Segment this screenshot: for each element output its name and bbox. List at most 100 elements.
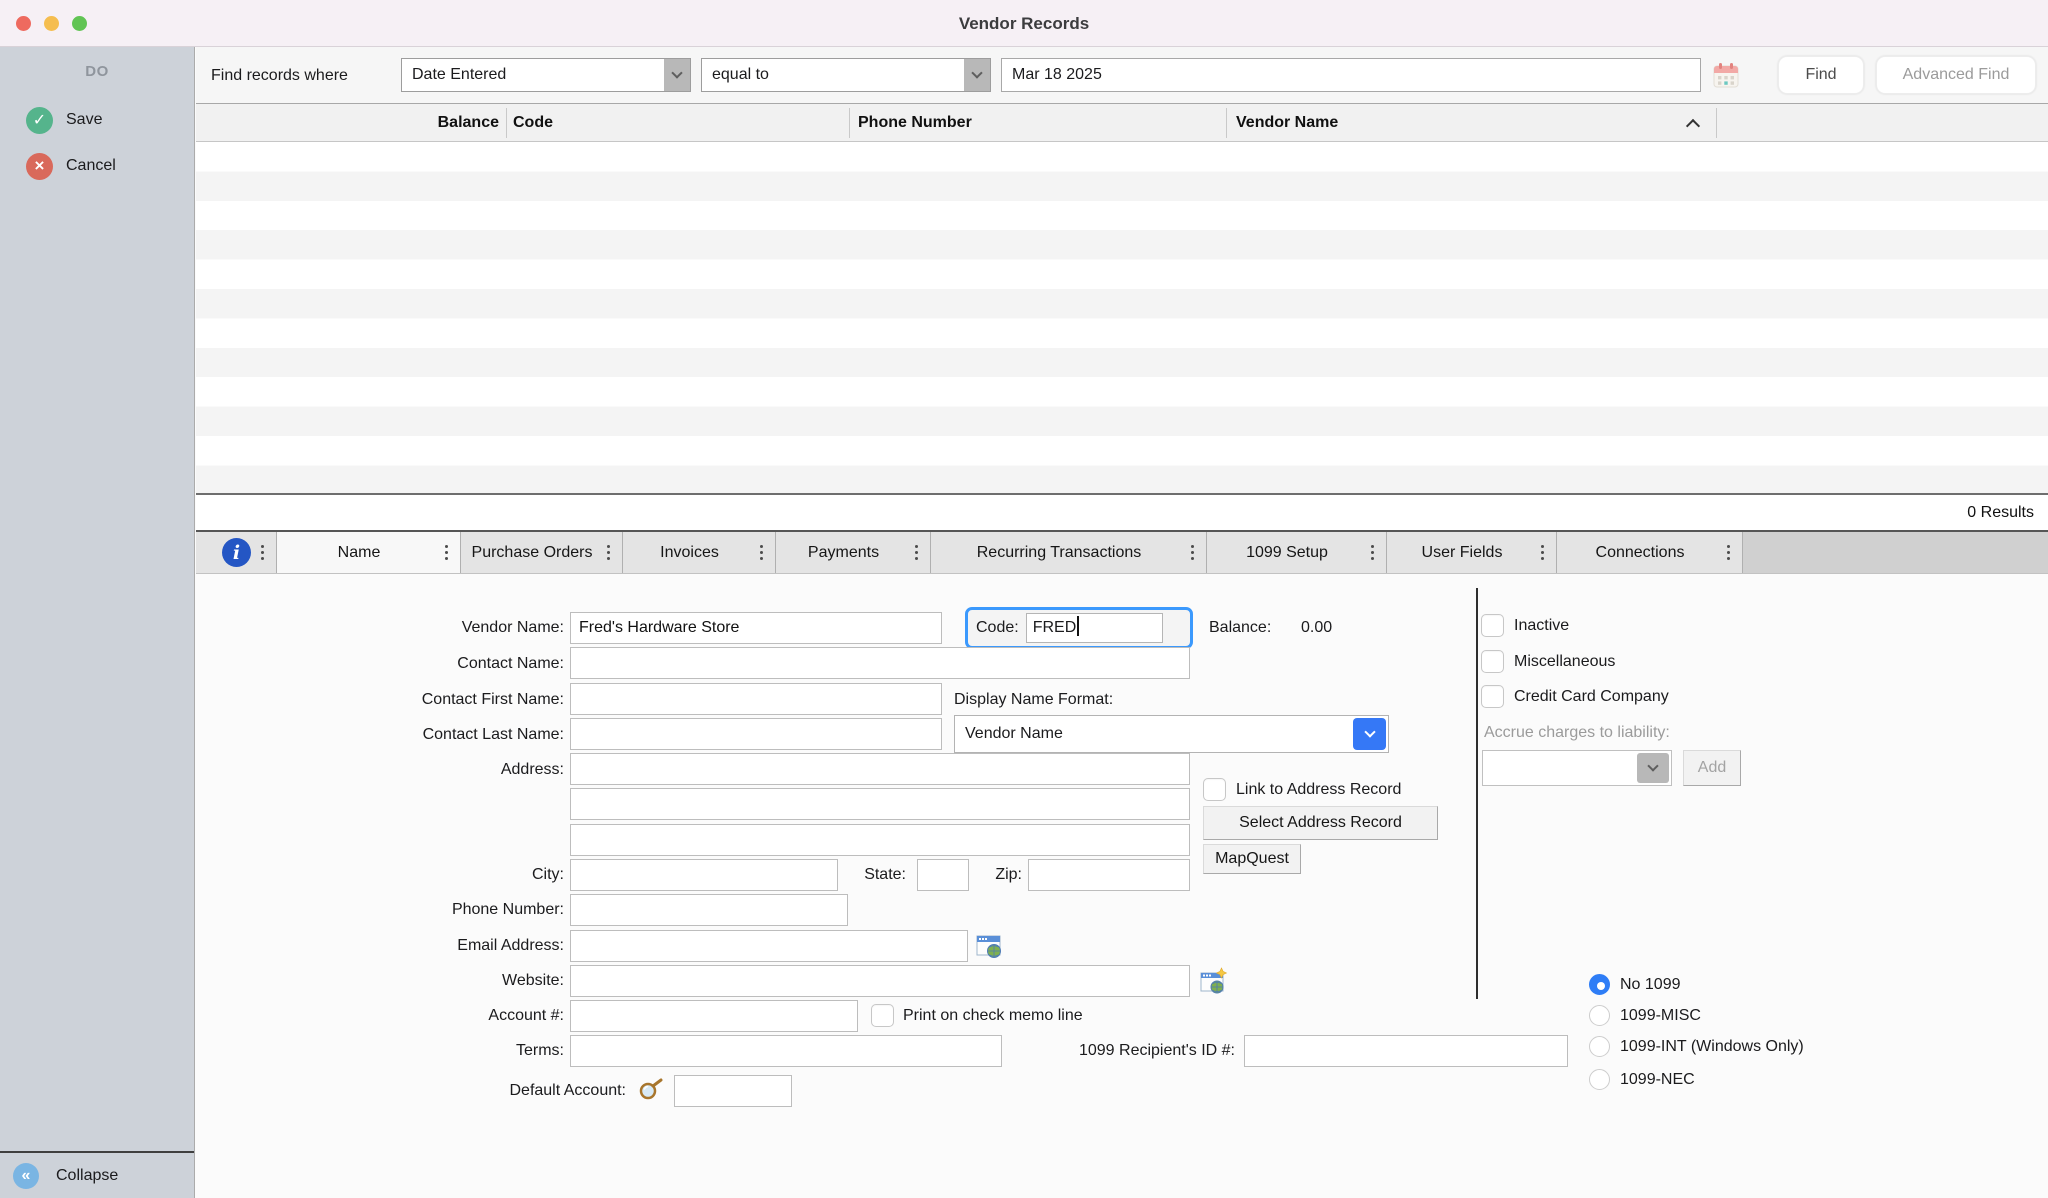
accrue-liability-dropdown[interactable] — [1482, 750, 1672, 786]
drag-handle-icon[interactable] — [1191, 551, 1194, 554]
credit-card-company-checkbox[interactable] — [1481, 685, 1504, 708]
find-field-selected: Date Entered — [402, 59, 664, 91]
drag-handle-icon[interactable] — [607, 551, 610, 554]
contact-first-name-input[interactable] — [570, 683, 942, 715]
website-input[interactable] — [570, 965, 1190, 997]
results-bar: 0 Results — [196, 495, 2048, 532]
drag-handle-icon[interactable] — [1541, 551, 1544, 554]
default-account-input[interactable] — [674, 1075, 792, 1107]
tab-user-fields[interactable]: User Fields — [1387, 532, 1557, 573]
account-lookup-icon[interactable] — [637, 1076, 665, 1104]
results-table-body[interactable] — [196, 142, 2048, 495]
terms-label: Terms: — [196, 1041, 564, 1061]
code-input[interactable]: FRED — [1026, 613, 1163, 643]
calendar-icon[interactable] — [1712, 61, 1740, 89]
contact-name-label: Contact Name: — [196, 654, 564, 674]
accrue-add-button[interactable]: Add — [1683, 750, 1741, 786]
1099-misc-radio[interactable] — [1589, 1005, 1610, 1026]
drag-handle-icon[interactable] — [445, 551, 448, 554]
save-button[interactable]: ✓ Save — [0, 103, 194, 137]
print-on-check-memo-checkbox[interactable] — [871, 1004, 894, 1027]
account-number-label: Account #: — [196, 1006, 564, 1026]
tab-payments[interactable]: Payments — [776, 532, 931, 573]
miscellaneous-label: Miscellaneous — [1514, 652, 1615, 672]
contact-name-input[interactable] — [570, 647, 1190, 679]
zip-label: Zip: — [976, 865, 1022, 885]
print-on-check-memo-label: Print on check memo line — [903, 1006, 1083, 1026]
sort-ascending-icon[interactable] — [1686, 119, 1700, 133]
city-input[interactable] — [570, 859, 838, 891]
info-icon: i — [222, 538, 251, 567]
tab-info[interactable]: i — [196, 532, 277, 573]
link-to-address-record-label: Link to Address Record — [1236, 780, 1401, 800]
tab-name[interactable]: Name — [277, 532, 461, 573]
vendor-name-input[interactable]: Fred's Hardware Store — [570, 612, 942, 644]
tab-invoices[interactable]: Invoices — [623, 532, 776, 573]
tab-recurring-transactions[interactable]: Recurring Transactions — [931, 532, 1207, 573]
x-icon: × — [26, 153, 53, 180]
sidebar: DO ✓ Save × Cancel « Collapse — [0, 47, 195, 1198]
find-button[interactable]: Find — [1778, 56, 1864, 94]
email-address-input[interactable] — [570, 930, 968, 962]
drag-handle-icon[interactable] — [1727, 551, 1730, 554]
find-operator-selected: equal to — [702, 59, 964, 91]
email-address-label: Email Address: — [196, 936, 564, 956]
vendor-detail-form: Vendor Name: Fred's Hardware Store Code:… — [196, 574, 2048, 1198]
1099-misc-label: 1099-MISC — [1620, 1006, 1701, 1026]
state-label: State: — [844, 865, 906, 885]
advanced-find-button[interactable]: Advanced Find — [1876, 56, 2036, 94]
text-caret — [1077, 616, 1079, 636]
collapse-button[interactable]: « Collapse — [0, 1151, 194, 1198]
1099-int-radio[interactable] — [1589, 1036, 1610, 1057]
titlebar: Vendor Records — [0, 0, 2048, 47]
terms-input[interactable] — [570, 1035, 1002, 1067]
tab-connections[interactable]: Connections — [1557, 532, 1743, 573]
inactive-checkbox[interactable] — [1481, 614, 1504, 637]
results-count: 0 Results — [1967, 495, 2034, 530]
code-field-group: Code: FRED — [965, 607, 1193, 649]
code-label: Code: — [976, 619, 1019, 637]
chevron-down-icon — [964, 59, 990, 91]
city-label: City: — [196, 865, 564, 885]
drag-handle-icon[interactable] — [760, 551, 763, 554]
address-line2-input[interactable] — [570, 788, 1190, 820]
column-header-vendor-name[interactable]: Vendor Name — [1236, 104, 1338, 142]
balance-label: Balance: — [1209, 618, 1271, 638]
tab-purchase-orders[interactable]: Purchase Orders — [461, 532, 623, 573]
display-name-format-dropdown[interactable]: Vendor Name — [954, 715, 1389, 753]
find-value-input[interactable]: Mar 18 2025 — [1001, 58, 1701, 92]
address-line3-input[interactable] — [570, 824, 1190, 856]
zip-input[interactable] — [1028, 859, 1190, 891]
cancel-button[interactable]: × Cancel — [0, 149, 194, 183]
drag-handle-icon[interactable] — [1371, 551, 1374, 554]
open-website-icon[interactable] — [1200, 967, 1228, 995]
select-address-record-button[interactable]: Select Address Record — [1203, 806, 1438, 840]
no-1099-radio[interactable] — [1589, 974, 1610, 995]
drag-handle-icon[interactable] — [261, 551, 264, 554]
miscellaneous-checkbox[interactable] — [1481, 650, 1504, 673]
column-header-balance[interactable]: Balance — [196, 104, 499, 142]
column-header-phone-number[interactable]: Phone Number — [858, 104, 972, 142]
mapquest-button[interactable]: MapQuest — [1203, 844, 1301, 874]
email-app-icon[interactable] — [975, 932, 1003, 960]
1099-nec-label: 1099-NEC — [1620, 1070, 1695, 1090]
state-input[interactable] — [917, 859, 969, 891]
no-1099-label: No 1099 — [1620, 975, 1681, 995]
find-operator-dropdown[interactable]: equal to — [701, 58, 991, 92]
column-header-code[interactable]: Code — [513, 104, 553, 142]
find-field-dropdown[interactable]: Date Entered — [401, 58, 691, 92]
phone-number-input[interactable] — [570, 894, 848, 926]
contact-last-name-input[interactable] — [570, 718, 942, 750]
account-number-input[interactable] — [570, 1000, 858, 1032]
address-line1-input[interactable] — [570, 753, 1190, 785]
chevron-down-icon — [1353, 718, 1386, 750]
1099-nec-radio[interactable] — [1589, 1069, 1610, 1090]
tab-1099-setup[interactable]: 1099 Setup — [1207, 532, 1387, 573]
collapse-button-label: Collapse — [56, 1167, 118, 1185]
results-table-header: Balance Code Phone Number Vendor Name — [196, 104, 2048, 142]
chevron-down-icon — [664, 59, 690, 91]
recipient-id-input[interactable] — [1244, 1035, 1568, 1067]
drag-handle-icon[interactable] — [915, 551, 918, 554]
link-to-address-record-checkbox[interactable] — [1203, 778, 1226, 801]
contact-last-name-label: Contact Last Name: — [196, 725, 564, 745]
